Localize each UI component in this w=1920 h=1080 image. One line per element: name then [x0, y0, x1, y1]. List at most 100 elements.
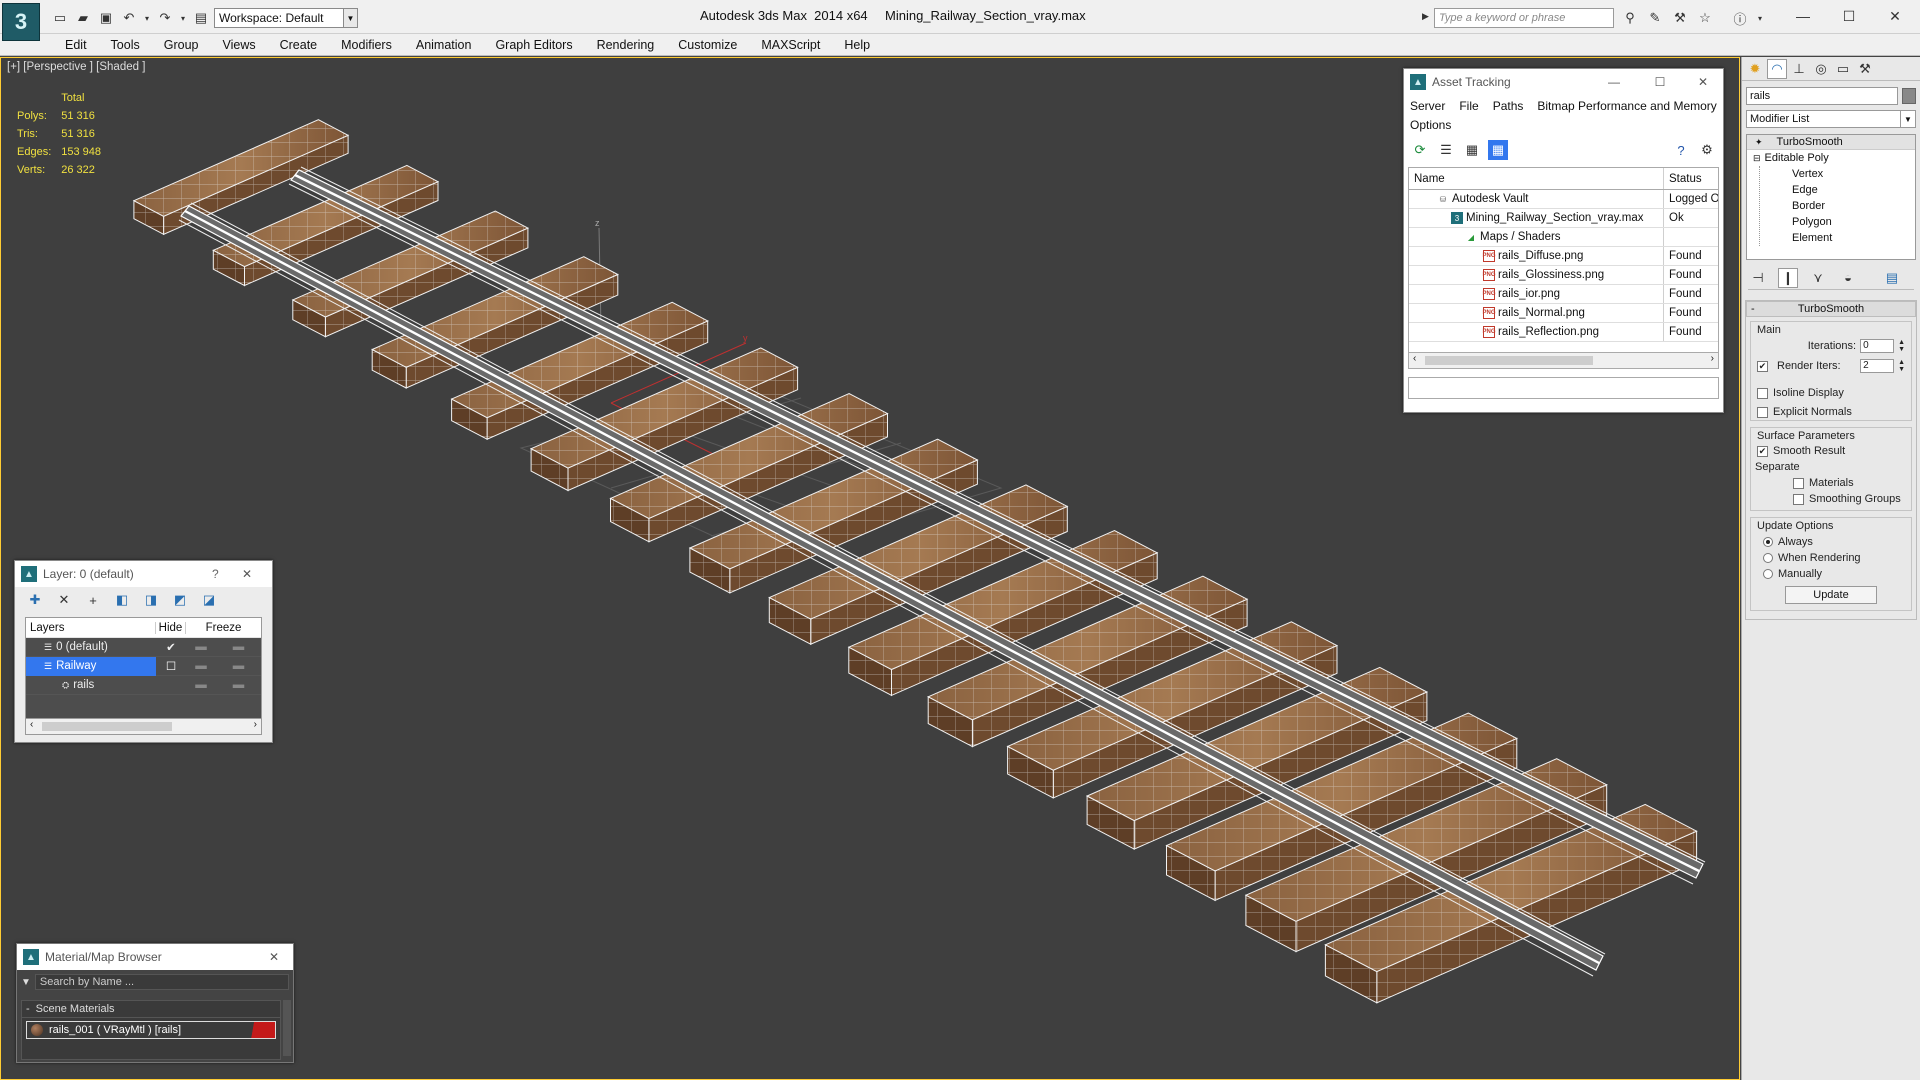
stack-item-editable-poly[interactable]: ⊟ Editable Poly	[1747, 150, 1915, 166]
menu-group[interactable]: Group	[152, 34, 211, 56]
chevron-down-icon[interactable]: ▼	[1900, 111, 1915, 127]
scroll-right-icon[interactable]: ›	[254, 719, 257, 730]
search-expand-icon[interactable]: ▶	[1422, 11, 1429, 22]
asset-menu-options[interactable]: Options	[1410, 116, 1451, 135]
workspace-dropdown[interactable]: Workspace: Default	[214, 8, 344, 28]
asset-menu-server[interactable]: Server	[1410, 97, 1445, 116]
scroll-left-icon[interactable]: ‹	[30, 719, 33, 730]
open-file-icon[interactable]: ▰	[73, 8, 93, 28]
explicit-normals-checkbox[interactable]	[1757, 406, 1768, 418]
help-icon[interactable]: ⓘ	[1730, 8, 1750, 28]
tab-display-icon[interactable]: ▭	[1833, 59, 1853, 79]
maximize-icon[interactable]: ☐	[1637, 75, 1683, 89]
show-end-result-icon[interactable]: ❙	[1778, 267, 1798, 288]
save-file-icon[interactable]: ▣	[96, 8, 116, 28]
object-name-field[interactable]: rails	[1746, 87, 1898, 105]
asset-tracking-titlebar[interactable]: ▲ Asset Tracking — ☐ ✕	[1404, 69, 1723, 95]
collapse-toggle[interactable]: -	[26, 1003, 30, 1015]
filter-dropdown-icon[interactable]: ▼	[21, 977, 31, 988]
turbosmooth-rollout-header[interactable]: - TurboSmooth	[1746, 301, 1916, 317]
spinner-arrows-icon[interactable]: ▲ ▼	[1898, 339, 1905, 353]
menu-help[interactable]: Help	[832, 34, 882, 56]
list-view-icon[interactable]: ☰	[1436, 140, 1456, 160]
search-input[interactable]: Type a keyword or phrase	[1434, 8, 1614, 28]
column-hide[interactable]: Hide	[156, 621, 186, 634]
current-layer-checkbox[interactable]: ☐	[156, 659, 186, 673]
list-item[interactable]: ☰ Railway ☐ ▬ ▬	[26, 656, 261, 676]
menu-tools[interactable]: Tools	[99, 34, 152, 56]
asset-horizontal-scrollbar[interactable]: ‹ ›	[1408, 353, 1719, 369]
column-freeze[interactable]: Freeze	[186, 622, 261, 634]
communication-center-icon[interactable]: ✎	[1645, 8, 1665, 28]
update-manually-radio[interactable]	[1763, 569, 1773, 579]
table-row[interactable]: ◢ Maps / Shaders	[1409, 228, 1718, 247]
isoline-checkbox[interactable]	[1757, 387, 1768, 399]
stack-item-turbosmooth[interactable]: ✦ TurboSmooth	[1747, 135, 1915, 150]
scroll-right-icon[interactable]: ›	[1711, 353, 1714, 364]
table-row[interactable]: PNG rails_Diffuse.png Found	[1409, 247, 1718, 266]
stack-item-polygon[interactable]: Polygon	[1792, 214, 1915, 230]
close-icon[interactable]: ✕	[242, 567, 272, 581]
chevron-down-icon[interactable]: ▼	[344, 8, 358, 28]
hide-toggle[interactable]: ▬	[186, 660, 216, 672]
new-file-icon[interactable]: ▭	[50, 8, 70, 28]
stack-item-vertex[interactable]: Vertex	[1792, 166, 1915, 182]
minimize-icon[interactable]: —	[1780, 4, 1826, 28]
table-row[interactable]: ⛁ Autodesk Vault Logged Out	[1409, 190, 1718, 209]
freeze-toggle[interactable]: ▬	[216, 679, 261, 691]
menu-create[interactable]: Create	[268, 34, 330, 56]
stack-item-border[interactable]: Border	[1792, 198, 1915, 214]
app-logo-icon[interactable]: 3	[2, 3, 40, 41]
table-row[interactable]: PNG rails_ior.png Found	[1409, 285, 1718, 304]
hide-toggle[interactable]: ▬	[186, 641, 216, 653]
table-row[interactable]: PNG rails_Glossiness.png Found	[1409, 266, 1718, 285]
select-objects-icon[interactable]: ◧	[112, 590, 132, 610]
materials-checkbox[interactable]	[1793, 477, 1804, 489]
refresh-icon[interactable]: ⟳	[1410, 140, 1430, 160]
asset-menu-file[interactable]: File	[1459, 97, 1478, 116]
layer-titlebar[interactable]: ▲ Layer: 0 (default) ? ✕	[15, 561, 272, 587]
undo-dropdown-icon[interactable]: ▾	[142, 8, 152, 28]
iterations-spinner[interactable]: 0	[1860, 339, 1895, 353]
create-layer-icon[interactable]: ✚	[25, 590, 45, 610]
menu-graph-editors[interactable]: Graph Editors	[483, 34, 584, 56]
material-search-input[interactable]: Search by Name ...	[34, 974, 289, 990]
tab-utilities-icon[interactable]: ⚒	[1855, 59, 1875, 79]
help-icon[interactable]: ?	[1671, 140, 1691, 160]
thumbnail-view-icon[interactable]: ▦	[1462, 140, 1482, 160]
project-folder-icon[interactable]: ▤	[191, 8, 211, 28]
asset-path-field[interactable]	[1408, 377, 1719, 399]
table-row[interactable]: 3 Mining_Railway_Section_vray.max Ok	[1409, 209, 1718, 228]
minimize-icon[interactable]: —	[1591, 75, 1637, 89]
add-to-layer-icon[interactable]: +	[83, 590, 103, 610]
tab-motion-icon[interactable]: ◎	[1811, 59, 1831, 79]
menu-edit[interactable]: Edit	[53, 34, 99, 56]
scroll-left-icon[interactable]: ‹	[1413, 353, 1416, 364]
menu-maxscript[interactable]: MAXScript	[749, 34, 832, 56]
checkmark-icon[interactable]: ✔	[156, 640, 186, 654]
settings-icon[interactable]: ⚙	[1697, 140, 1717, 160]
layer-horizontal-scrollbar[interactable]: ‹ ›	[25, 719, 262, 735]
favorites-star-icon[interactable]: ☆	[1695, 8, 1715, 28]
table-row[interactable]: PNG rails_Reflection.png Found	[1409, 323, 1718, 342]
scrollbar-thumb[interactable]	[42, 722, 172, 731]
hide-all-icon[interactable]: ◩	[170, 590, 190, 610]
scene-materials-group[interactable]: - Scene Materials	[22, 1001, 280, 1018]
binoculars-icon[interactable]: ⚲	[1620, 8, 1640, 28]
list-item[interactable]: ☰ 0 (default) ✔ ▬ ▬	[26, 638, 261, 657]
close-icon[interactable]: ✕	[269, 950, 293, 964]
update-when-rendering-radio[interactable]	[1763, 553, 1773, 563]
pin-stack-icon[interactable]: ⊣	[1748, 268, 1768, 288]
smooth-result-checkbox[interactable]: ✔	[1757, 445, 1768, 457]
tab-modify-icon[interactable]: ◠	[1767, 58, 1787, 79]
table-view-icon[interactable]: ▦	[1488, 140, 1508, 160]
redo-dropdown-icon[interactable]: ▾	[178, 8, 188, 28]
delete-layer-icon[interactable]: ✕	[54, 590, 74, 610]
expand-minus-icon[interactable]: ⊟	[1753, 153, 1761, 164]
asset-menu-paths[interactable]: Paths	[1493, 97, 1524, 116]
rollout-collapse-toggle[interactable]: -	[1751, 303, 1755, 315]
maximize-icon[interactable]: ☐	[1826, 4, 1872, 28]
list-item[interactable]: ⛭ rails ▬ ▬	[26, 676, 261, 695]
viewport-label[interactable]: [+] [Perspective ] [Shaded ]	[7, 61, 145, 73]
column-layers[interactable]: Layers	[26, 621, 156, 634]
